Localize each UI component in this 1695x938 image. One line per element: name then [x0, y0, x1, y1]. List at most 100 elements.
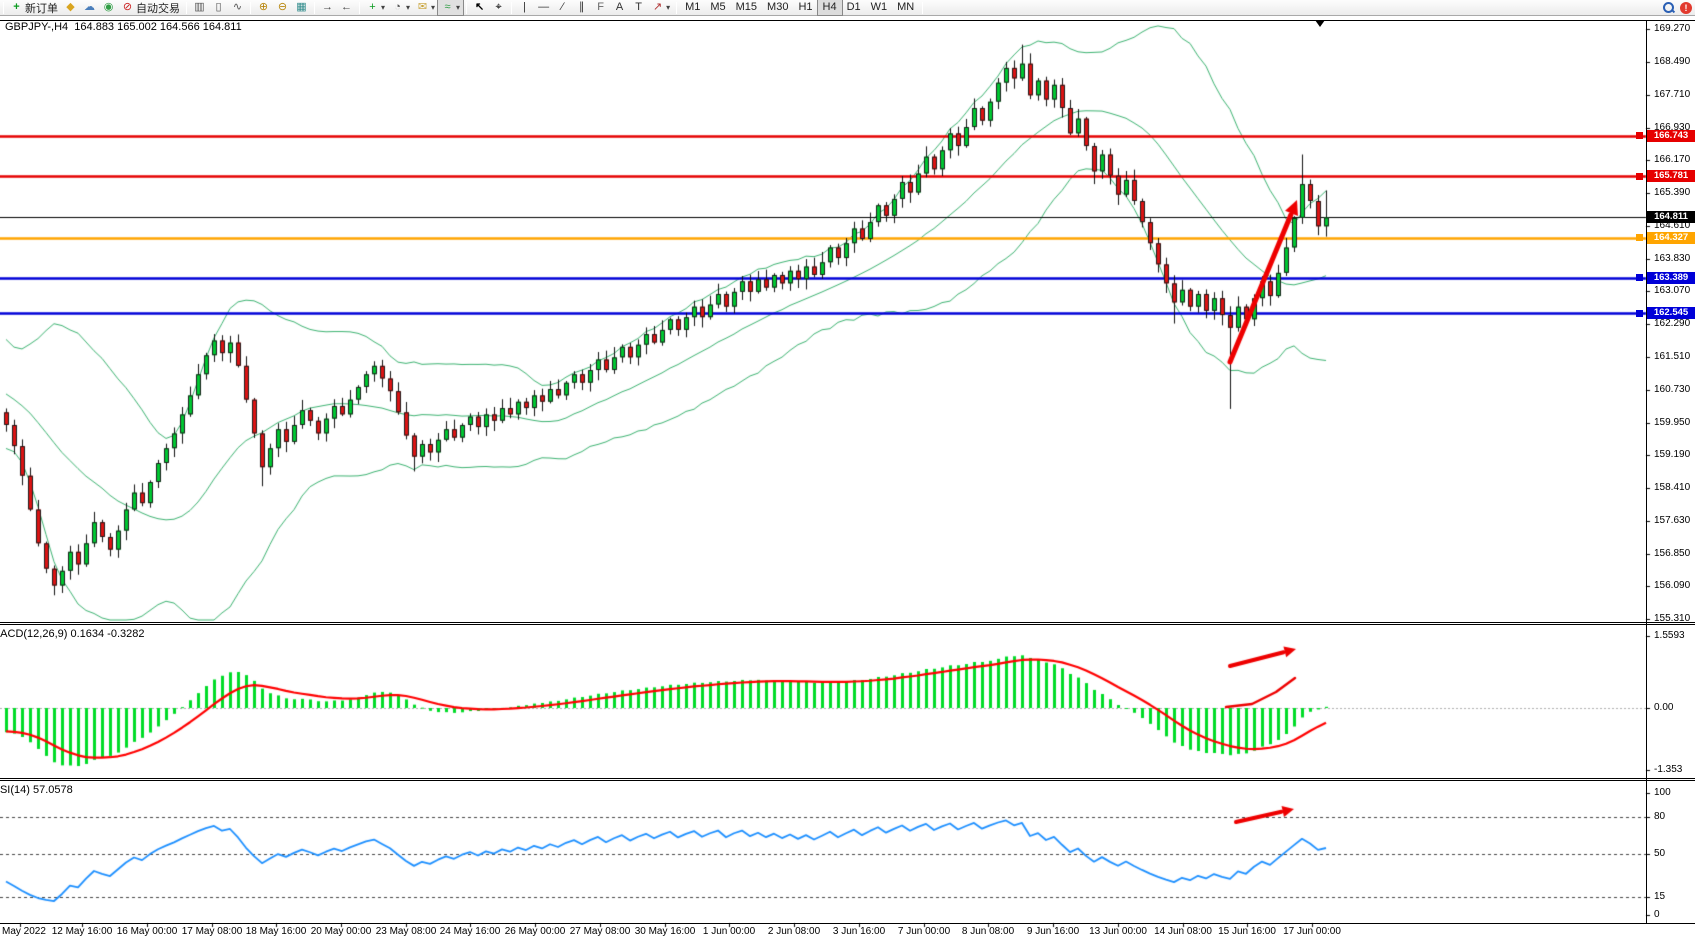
trendline-button[interactable]: ∕ [553, 0, 572, 15]
rsi-scale-label[interactable]: 80 [1654, 811, 1665, 822]
data-window-button[interactable]: ◉ [99, 0, 118, 15]
price-tick-label[interactable]: 162.290 [1654, 318, 1690, 329]
time-axis-label[interactable]: 8 Jun 08:00 [962, 926, 1014, 937]
candlestick-chart-button[interactable]: ▯ [209, 0, 228, 15]
text-label-button[interactable]: T [629, 0, 648, 15]
line-anchor-marker[interactable] [1636, 274, 1643, 281]
timeframe-m15-button[interactable]: M15 [731, 0, 762, 15]
templates-button[interactable]: ✉▾ [413, 0, 438, 15]
bar-chart-button[interactable]: ▥ [190, 0, 209, 15]
price-tick-label[interactable]: 161.510 [1654, 351, 1690, 362]
chart-profiles-button[interactable]: ◆ [61, 0, 80, 15]
market-watch-button[interactable]: ☁ [80, 0, 99, 15]
auto-scroll-button[interactable]: → [318, 0, 337, 15]
price-tick-label[interactable]: 158.410 [1654, 482, 1690, 493]
timeframe-h4-button[interactable]: H4 [818, 0, 842, 15]
price-line-chip: 166.743 [1647, 130, 1695, 142]
time-axis-label[interactable]: 20 May 00:00 [311, 926, 372, 937]
time-axis-label[interactable]: 12 May 16:00 [52, 926, 113, 937]
price-tick-label[interactable]: 160.730 [1654, 384, 1690, 395]
price-tick-label[interactable]: 167.710 [1654, 89, 1690, 100]
price-axis-line[interactable] [1646, 20, 1647, 923]
rsi-scale-label[interactable]: 15 [1654, 891, 1665, 902]
price-tick-label[interactable]: 165.390 [1654, 187, 1690, 198]
tile-windows-button[interactable]: ▦ [292, 0, 311, 15]
time-axis-label[interactable]: 3 Jun 16:00 [833, 926, 885, 937]
timeframe-w1-button[interactable]: W1 [866, 0, 893, 15]
time-axis-label[interactable]: 16 May 00:00 [117, 926, 178, 937]
macd-scale-label[interactable]: -1.353 [1654, 764, 1682, 775]
price-tick-label[interactable]: 157.630 [1654, 515, 1690, 526]
rsi-scale-label[interactable]: 100 [1654, 787, 1671, 798]
macd-scale-label[interactable]: 0.00 [1654, 702, 1673, 713]
line-anchor-marker[interactable] [1636, 173, 1643, 180]
line-anchor-marker[interactable] [1636, 310, 1643, 317]
indicators-button[interactable]: ≈▾ [438, 0, 463, 15]
time-axis-label[interactable]: 14 Jun 08:00 [1154, 926, 1212, 937]
zoom-out-button[interactable]: ⊖ [273, 0, 292, 15]
chart-shift-marker-icon[interactable] [1315, 20, 1325, 27]
time-axis-label[interactable]: 23 May 08:00 [376, 926, 437, 937]
vertical-line-button[interactable]: | [515, 0, 534, 15]
timeframe-m5-button[interactable]: M5 [705, 0, 730, 15]
timeframe-mn-button[interactable]: MN [892, 0, 919, 15]
time-axis-label[interactable]: 26 May 00:00 [505, 926, 566, 937]
autotrading-button[interactable]: ⊘自动交易 [118, 0, 183, 15]
timeframe-m30-button[interactable]: M30 [762, 0, 793, 15]
community-icon[interactable]: ! [1680, 2, 1692, 14]
price-tick-label[interactable]: 159.950 [1654, 417, 1690, 428]
timeframe-m1-button[interactable]: M1 [680, 0, 705, 15]
time-axis-label[interactable]: 15 Jun 16:00 [1218, 926, 1276, 937]
horizontal-line-button[interactable]: — [534, 0, 553, 15]
periods-button[interactable]: ◔▾ [388, 0, 413, 15]
text-button[interactable]: A [610, 0, 629, 15]
chevron-down-icon: ▾ [381, 3, 385, 12]
price-tick-label[interactable]: 163.830 [1654, 253, 1690, 264]
cursor-button[interactable]: ↖ [470, 0, 489, 15]
arrows-icon: ↗ [651, 1, 664, 14]
rsi-scale-label[interactable]: 50 [1654, 848, 1665, 859]
time-axis-label[interactable]: 24 May 16:00 [440, 926, 501, 937]
time-axis-label[interactable]: May 2022 [2, 926, 46, 937]
time-axis-label[interactable]: 1 Jun 00:00 [703, 926, 755, 937]
fibonacci-button[interactable]: F [591, 0, 610, 15]
macd-scale-label[interactable]: 1.5593 [1654, 630, 1685, 641]
time-axis-label[interactable]: 9 Jun 16:00 [1027, 926, 1079, 937]
price-tick-label[interactable]: 156.090 [1654, 580, 1690, 591]
time-axis-label[interactable]: 7 Jun 00:00 [898, 926, 950, 937]
price-tick-label[interactable]: 159.190 [1654, 449, 1690, 460]
auto-scroll-icon: → [321, 1, 334, 14]
horizontal-line-icon: — [537, 1, 550, 14]
rsi-scale-label[interactable]: 0 [1654, 909, 1660, 920]
arrows-button[interactable]: ↗▾ [648, 0, 673, 15]
chart-canvas[interactable] [0, 0, 1695, 938]
timeframe-d1-button[interactable]: D1 [842, 0, 866, 15]
time-axis-label[interactable]: 30 May 16:00 [635, 926, 696, 937]
timeframe-h1-button[interactable]: H1 [793, 0, 817, 15]
chart-shift-button[interactable]: ← [337, 0, 356, 15]
price-tick-label[interactable]: 166.170 [1654, 154, 1690, 165]
time-axis-label[interactable]: 2 Jun 08:00 [768, 926, 820, 937]
search-icon[interactable] [1663, 2, 1674, 13]
zoom-in-button[interactable]: ⊕ [254, 0, 273, 15]
time-axis-label[interactable]: 17 May 08:00 [182, 926, 243, 937]
new-order-button[interactable]: +新订单 [7, 0, 61, 15]
crosshair-button[interactable]: ⌖ [489, 0, 508, 15]
price-tick-label[interactable]: 163.070 [1654, 285, 1690, 296]
line-anchor-marker[interactable] [1636, 234, 1643, 241]
price-tick-label[interactable]: 168.490 [1654, 56, 1690, 67]
line-anchor-marker[interactable] [1636, 132, 1643, 139]
time-axis-label[interactable]: 13 Jun 00:00 [1089, 926, 1147, 937]
price-tick-label[interactable]: 156.850 [1654, 548, 1690, 559]
toolbar-separator [3, 2, 4, 14]
channel-button[interactable]: ∥ [572, 0, 591, 15]
periods-icon: ◔ [391, 1, 404, 14]
line-chart-button[interactable]: ∿ [228, 0, 247, 15]
new-chart-button[interactable]: +▾ [363, 0, 388, 15]
text-label-icon: T [632, 1, 645, 14]
time-axis-label[interactable]: 18 May 16:00 [246, 926, 307, 937]
market-watch-icon: ☁ [83, 1, 96, 14]
time-axis-label[interactable]: 27 May 08:00 [570, 926, 631, 937]
time-axis-label[interactable]: 17 Jun 00:00 [1283, 926, 1341, 937]
price-tick-label[interactable]: 169.270 [1654, 23, 1690, 34]
